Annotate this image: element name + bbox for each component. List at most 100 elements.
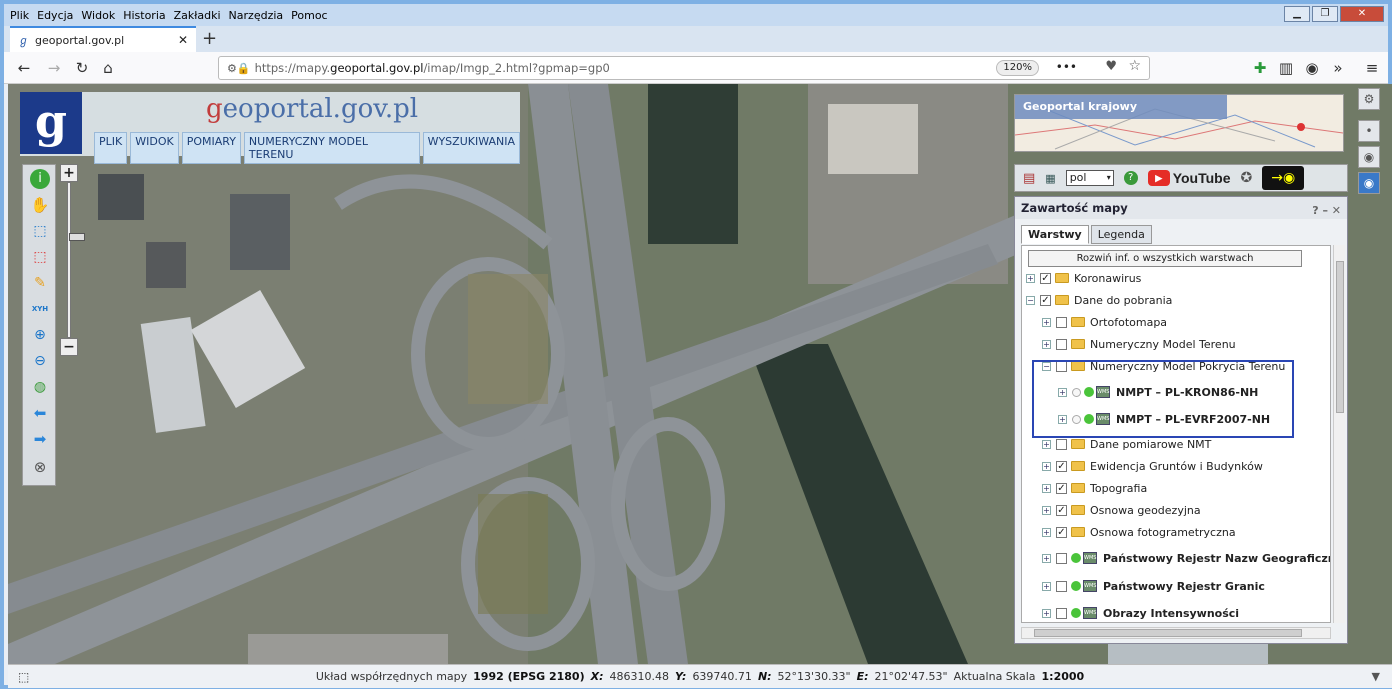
tab-geoportal[interactable]: ℊ geoportal.gov.pl ✕ bbox=[10, 26, 196, 52]
pocket-icon[interactable]: ♥ bbox=[1105, 59, 1117, 74]
menu-plik-app[interactable]: PLIK bbox=[94, 132, 128, 164]
menu-widok-app[interactable]: WIDOK bbox=[130, 132, 179, 164]
expand-icon[interactable]: + bbox=[1042, 581, 1051, 591]
layer-checkbox[interactable]: ✓ bbox=[1056, 526, 1067, 538]
layer-checkbox[interactable] bbox=[1056, 338, 1067, 350]
next-view-icon[interactable]: ➡ bbox=[30, 429, 50, 449]
menu-pomiary[interactable]: POMIARY bbox=[181, 132, 241, 164]
menu-pomoc[interactable]: Pomoc bbox=[291, 9, 327, 22]
layer-row[interactable]: + WMS Państwowy Rejestr Nazw Geograficznyc… bbox=[1042, 548, 1330, 568]
sidebar-icon[interactable]: ▥ bbox=[1276, 58, 1296, 78]
layer-checkbox[interactable]: ✓ bbox=[1056, 504, 1067, 516]
close-tab-icon[interactable]: ✕ bbox=[178, 33, 188, 47]
eye-toggle-icon[interactable]: ◉ bbox=[1358, 172, 1380, 194]
new-tab-icon[interactable]: + bbox=[202, 28, 217, 49]
close-window-icon[interactable]: ✕ bbox=[1340, 6, 1384, 22]
layer-checkbox[interactable]: ✓ bbox=[1056, 482, 1067, 494]
layer-checkbox[interactable] bbox=[1056, 580, 1067, 592]
extension-icon[interactable]: ✚ bbox=[1250, 58, 1270, 78]
expand-icon[interactable]: + bbox=[1042, 553, 1051, 563]
url-bar[interactable]: ⚙🔒 https://mapy.geoportal.gov.pl/imap/Im… bbox=[218, 56, 1150, 80]
expand-icon[interactable]: + bbox=[1042, 505, 1051, 515]
full-extent-globe-icon[interactable]: ◍ bbox=[30, 377, 50, 397]
layer-row[interactable]: + ✓ Ewidencja Gruntów i Budynków bbox=[1042, 456, 1263, 476]
status-collapse-icon[interactable]: ▼ bbox=[1372, 670, 1380, 683]
layer-checkbox[interactable] bbox=[1056, 607, 1067, 619]
account-icon[interactable]: ◉ bbox=[1302, 58, 1322, 78]
site-permissions-icon[interactable]: ⚙🔒 bbox=[227, 62, 251, 75]
pencil-icon[interactable]: ✎ bbox=[30, 273, 50, 293]
layer-row[interactable]: + ✓ Osnowa fotogrametryczna bbox=[1042, 522, 1236, 542]
minimize-icon[interactable]: ▁ bbox=[1284, 6, 1310, 22]
menu-widok[interactable]: Widok bbox=[81, 9, 115, 22]
zoom-rail[interactable] bbox=[67, 182, 85, 338]
info-icon[interactable]: i bbox=[30, 169, 50, 189]
menu-historia[interactable]: Historia bbox=[123, 9, 165, 22]
map-canvas[interactable]: g geoportal.gov.pl PLIK WIDOK POMIARY NU… bbox=[8, 84, 1392, 664]
xyh-coordinates-icon[interactable]: XYH bbox=[30, 299, 50, 319]
tree-vertical-scrollbar[interactable] bbox=[1333, 245, 1345, 623]
home-icon[interactable]: ⌂ bbox=[98, 58, 118, 78]
hamburger-menu-icon[interactable]: ≡ bbox=[1362, 58, 1382, 78]
collapse-icon[interactable]: − bbox=[1026, 295, 1035, 305]
expand-icon[interactable]: + bbox=[1042, 461, 1051, 471]
youtube-link[interactable]: ▶ YouTube bbox=[1147, 170, 1231, 186]
reload-icon[interactable]: ↻ bbox=[72, 58, 92, 78]
clear-icon[interactable]: ⊗ bbox=[30, 457, 50, 477]
status-left-icon[interactable]: ⬚ bbox=[18, 670, 29, 684]
help-icon[interactable]: ? bbox=[1123, 171, 1138, 185]
previous-view-icon[interactable]: ⬅ bbox=[30, 403, 50, 423]
contrast-eye-icon[interactable]: →◉ bbox=[1262, 166, 1305, 190]
layer-row[interactable]: + Numeryczny Model Terenu bbox=[1042, 334, 1236, 354]
zoom-out-icon[interactable]: ⊖ bbox=[30, 351, 50, 371]
forward-icon[interactable]: → bbox=[44, 58, 64, 78]
page-actions-icon[interactable]: ••• bbox=[1056, 60, 1077, 74]
zoom-minus-button[interactable]: − bbox=[60, 338, 78, 356]
expand-icon[interactable]: + bbox=[1042, 527, 1051, 537]
layer-checkbox[interactable] bbox=[1056, 316, 1067, 328]
accessibility-icon[interactable]: ✪ bbox=[1241, 170, 1253, 186]
layer-row[interactable]: + Ortofotomapa bbox=[1042, 312, 1167, 332]
menu-plik[interactable]: Plik bbox=[10, 9, 29, 22]
expand-icon[interactable]: + bbox=[1026, 273, 1035, 283]
layer-row[interactable]: + ✓ Topografia bbox=[1042, 478, 1147, 498]
expand-icon[interactable]: + bbox=[1042, 439, 1051, 449]
zoom-plus-button[interactable]: + bbox=[60, 164, 78, 182]
tool-dot-icon[interactable]: • bbox=[1358, 120, 1380, 142]
layer-checkbox[interactable] bbox=[1056, 438, 1067, 450]
expand-icon[interactable]: + bbox=[1042, 339, 1051, 349]
tab-legenda[interactable]: Legenda bbox=[1090, 225, 1152, 244]
zoom-level-badge[interactable]: 120% bbox=[996, 60, 1039, 76]
pan-hand-icon[interactable]: ✋ bbox=[30, 195, 50, 215]
layers-list-icon[interactable]: ▤ bbox=[1023, 171, 1035, 186]
layer-row[interactable]: + WMS Obrazy Intensywności bbox=[1042, 603, 1239, 622]
menu-nmt[interactable]: NUMERYCZNY MODEL TERENU bbox=[243, 132, 420, 164]
select-rect-icon[interactable]: ⬚ bbox=[30, 221, 50, 241]
expand-icon[interactable]: + bbox=[1042, 608, 1051, 618]
layer-checkbox[interactable]: ✓ bbox=[1056, 460, 1067, 472]
language-select[interactable]: pol ▾ bbox=[1065, 170, 1114, 186]
zoom-in-icon[interactable]: ⊕ bbox=[30, 325, 50, 345]
overflow-icon[interactable]: » bbox=[1328, 58, 1348, 78]
back-icon[interactable]: ← bbox=[14, 58, 34, 78]
layer-checkbox[interactable]: ✓ bbox=[1040, 294, 1051, 306]
layer-row[interactable]: + WMS Państwowy Rejestr Granic bbox=[1042, 576, 1265, 596]
select-rect-remove-icon[interactable]: ⬚ bbox=[30, 247, 50, 267]
maximize-icon[interactable]: ❐ bbox=[1312, 6, 1338, 22]
bookmark-star-icon[interactable]: ☆ bbox=[1128, 58, 1141, 74]
scroll-thumb[interactable] bbox=[1336, 261, 1344, 413]
layer-checkbox[interactable]: ✓ bbox=[1040, 272, 1051, 284]
wms-icon[interactable]: ▦ bbox=[1045, 172, 1055, 185]
layer-row[interactable]: − ✓ Dane do pobrania bbox=[1026, 290, 1172, 310]
expand-icon[interactable]: + bbox=[1042, 483, 1051, 493]
expand-all-button[interactable]: Rozwiń inf. o wszystkich warstwach bbox=[1028, 250, 1302, 267]
menu-zakladki[interactable]: Zakładki bbox=[174, 9, 221, 22]
expand-icon[interactable]: + bbox=[1042, 317, 1051, 327]
layer-row[interactable]: + ✓ Koronawirus bbox=[1026, 268, 1141, 288]
settings-gear-icon[interactable]: ⚙ bbox=[1358, 88, 1380, 110]
layer-checkbox[interactable] bbox=[1056, 552, 1067, 564]
menu-wyszukiwania[interactable]: WYSZUKIWANIA bbox=[422, 132, 520, 164]
menu-edycja[interactable]: Edycja bbox=[37, 9, 73, 22]
geoportal-logo[interactable]: g bbox=[20, 92, 82, 154]
panel-controls[interactable]: ? – ✕ bbox=[1312, 200, 1341, 222]
